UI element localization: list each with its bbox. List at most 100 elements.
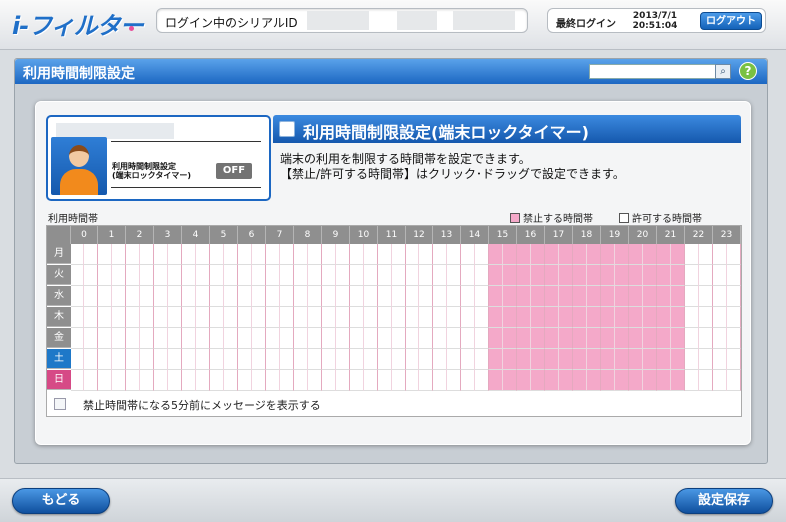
time-slot-cell[interactable] — [573, 265, 587, 286]
time-slot-cell[interactable] — [629, 328, 643, 349]
time-slot-cell[interactable] — [238, 370, 252, 391]
time-slot-cell[interactable] — [489, 307, 503, 328]
time-slot-cell[interactable] — [196, 370, 210, 391]
time-slot-cell[interactable] — [657, 286, 671, 307]
time-slot-cell[interactable] — [168, 349, 182, 370]
time-slot-cell[interactable] — [378, 265, 392, 286]
time-slot-cell[interactable] — [545, 244, 559, 265]
time-slot-cell[interactable] — [671, 244, 685, 265]
time-slot-cell[interactable] — [364, 307, 378, 328]
time-slot-cell[interactable] — [350, 307, 364, 328]
time-slot-cell[interactable] — [252, 370, 266, 391]
time-slot-cell[interactable] — [252, 265, 266, 286]
time-slot-cell[interactable] — [71, 370, 84, 391]
time-slot-cell[interactable] — [98, 370, 112, 391]
time-slot-cell[interactable] — [433, 328, 447, 349]
time-slot-cell[interactable] — [685, 370, 699, 391]
time-slot-cell[interactable] — [629, 265, 643, 286]
message-option-checkbox[interactable] — [54, 398, 66, 410]
time-slot-cell[interactable] — [559, 244, 573, 265]
time-slot-cell[interactable] — [517, 286, 531, 307]
time-slot-cell[interactable] — [266, 265, 280, 286]
time-slot-cell[interactable] — [168, 286, 182, 307]
time-slot-cell[interactable] — [294, 286, 308, 307]
time-slot-cell[interactable] — [531, 244, 545, 265]
time-slot-cell[interactable] — [531, 328, 545, 349]
time-slot-cell[interactable] — [98, 265, 112, 286]
time-slot-cell[interactable] — [196, 307, 210, 328]
time-slot-cell[interactable] — [378, 244, 392, 265]
time-slot-cell[interactable] — [685, 265, 699, 286]
time-slot-cell[interactable] — [489, 328, 503, 349]
time-slot-cell[interactable] — [643, 286, 657, 307]
time-slot-cell[interactable] — [406, 265, 419, 286]
time-slot-cell[interactable] — [475, 328, 489, 349]
time-slot-cell[interactable] — [350, 370, 364, 391]
time-slot-cell[interactable] — [699, 349, 713, 370]
time-slot-cell[interactable] — [601, 328, 615, 349]
time-slot-cell[interactable] — [252, 286, 266, 307]
time-slot-cell[interactable] — [531, 307, 545, 328]
time-slot-cell[interactable] — [224, 286, 238, 307]
time-slot-cell[interactable] — [308, 307, 322, 328]
time-slot-cell[interactable] — [126, 286, 140, 307]
time-slot-cell[interactable] — [364, 349, 378, 370]
time-slot-cell[interactable] — [517, 349, 531, 370]
time-slot-cell[interactable] — [671, 286, 685, 307]
time-slot-cell[interactable] — [713, 286, 727, 307]
time-slot-cell[interactable] — [126, 307, 140, 328]
time-slot-cell[interactable] — [266, 328, 280, 349]
time-slot-cell[interactable] — [294, 328, 308, 349]
time-slot-cell[interactable] — [308, 349, 322, 370]
time-slot-cell[interactable] — [545, 307, 559, 328]
time-slot-cell[interactable] — [657, 307, 671, 328]
time-slot-cell[interactable] — [140, 244, 154, 265]
time-slot-cell[interactable] — [601, 370, 615, 391]
time-slot-cell[interactable] — [112, 265, 126, 286]
time-slot-cell[interactable] — [503, 349, 517, 370]
time-slot-cell[interactable] — [727, 328, 741, 349]
time-slot-cell[interactable] — [643, 307, 657, 328]
time-slot-cell[interactable] — [252, 307, 266, 328]
back-button[interactable]: もどる — [12, 488, 110, 514]
time-slot-cell[interactable] — [182, 286, 196, 307]
time-slot-cell[interactable] — [503, 307, 517, 328]
time-slot-cell[interactable] — [154, 349, 168, 370]
time-slot-cell[interactable] — [433, 286, 447, 307]
time-slot-cell[interactable] — [573, 370, 587, 391]
time-slot-cell[interactable] — [336, 349, 350, 370]
time-slot-cell[interactable] — [461, 307, 475, 328]
time-slot-cell[interactable] — [713, 328, 727, 349]
time-slot-cell[interactable] — [84, 265, 98, 286]
time-slot-cell[interactable] — [503, 244, 517, 265]
time-slot-cell[interactable] — [84, 286, 98, 307]
time-slot-cell[interactable] — [294, 265, 308, 286]
time-slot-cell[interactable] — [559, 328, 573, 349]
time-slot-cell[interactable] — [713, 349, 727, 370]
time-slot-cell[interactable] — [126, 370, 140, 391]
time-slot-cell[interactable] — [406, 307, 419, 328]
time-slot-cell[interactable] — [615, 370, 629, 391]
time-slot-cell[interactable] — [238, 244, 252, 265]
time-slot-cell[interactable] — [699, 286, 713, 307]
time-slot-cell[interactable] — [112, 286, 126, 307]
time-grid[interactable]: 0 1 2 3 4 5 6 7 8 9 10 11 12 13 14 15 16 17 18 19 20 21 22 23 月火… — [46, 225, 742, 393]
time-slot-cell[interactable] — [671, 307, 685, 328]
time-slot-cell[interactable] — [154, 307, 168, 328]
time-slot-cell[interactable] — [643, 244, 657, 265]
time-slot-cell[interactable] — [699, 307, 713, 328]
time-slot-cell[interactable] — [322, 328, 336, 349]
time-slot-cell[interactable] — [196, 349, 210, 370]
time-slot-cell[interactable] — [280, 244, 294, 265]
time-slot-cell[interactable] — [280, 265, 294, 286]
time-slot-cell[interactable] — [447, 244, 461, 265]
time-slot-cell[interactable] — [252, 349, 266, 370]
time-slot-cell[interactable] — [629, 307, 643, 328]
time-slot-cell[interactable] — [657, 265, 671, 286]
time-slot-cell[interactable] — [196, 328, 210, 349]
time-slot-cell[interactable] — [461, 265, 475, 286]
time-slot-cell[interactable] — [210, 244, 224, 265]
time-slot-cell[interactable] — [210, 265, 224, 286]
time-slot-cell[interactable] — [475, 370, 489, 391]
time-slot-cell[interactable] — [587, 307, 601, 328]
